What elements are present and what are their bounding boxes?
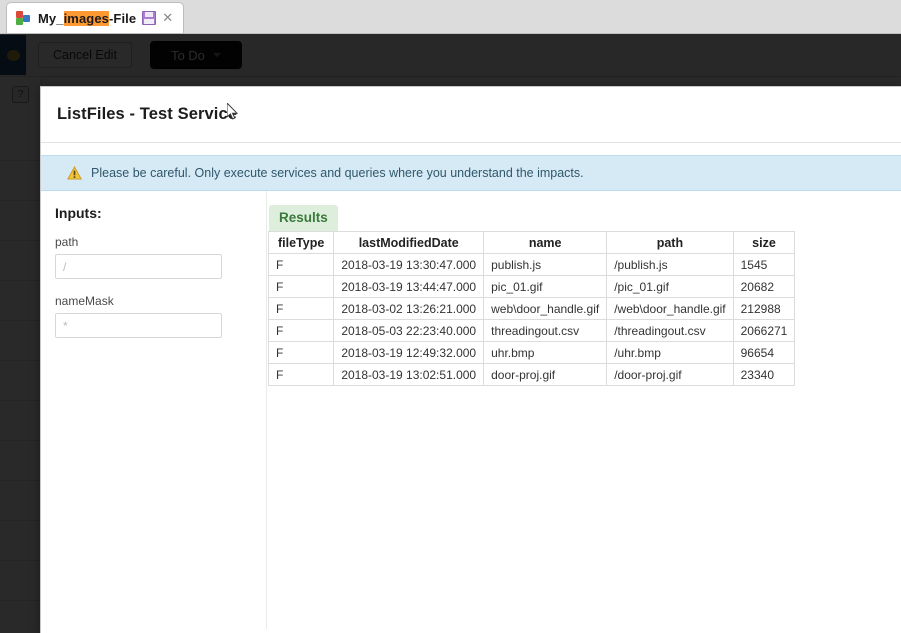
- table-header-row: fileType lastModifiedDate name path size: [269, 232, 795, 254]
- table-cell-filetype: F: [269, 298, 334, 320]
- dialog-header: ListFiles - Test Service: [41, 87, 901, 143]
- path-input[interactable]: [55, 254, 222, 279]
- results-table: fileType lastModifiedDate name path size…: [268, 231, 795, 386]
- screen: My_images-File ✕ Cancel Edit To Do ?: [0, 0, 901, 633]
- browser-tab-strip: My_images-File ✕: [0, 0, 901, 34]
- table-cell-name: publish.js: [484, 254, 607, 276]
- table-cell-path: /door-proj.gif: [607, 364, 733, 386]
- table-cell-lastmodifieddate: 2018-03-19 13:02:51.000: [334, 364, 484, 386]
- warning-banner: Please be careful. Only execute services…: [41, 155, 901, 191]
- column-header-lastmodifieddate[interactable]: lastModifiedDate: [334, 232, 484, 254]
- page-title: ListFiles - Test Service: [57, 105, 237, 124]
- table-cell-name: uhr.bmp: [484, 342, 607, 364]
- column-header-size[interactable]: size: [733, 232, 795, 254]
- table-cell-size: 1545: [733, 254, 795, 276]
- table-row[interactable]: F2018-03-19 12:49:32.000uhr.bmp/uhr.bmp9…: [269, 342, 795, 364]
- table-cell-name: pic_01.gif: [484, 276, 607, 298]
- table-row[interactable]: F2018-03-02 13:26:21.000web\door_handle.…: [269, 298, 795, 320]
- table-cell-name: web\door_handle.gif: [484, 298, 607, 320]
- table-cell-size: 96654: [733, 342, 795, 364]
- inputs-panel: Inputs: path nameMask: [41, 191, 267, 629]
- table-cell-filetype: F: [269, 342, 334, 364]
- table-cell-path: /pic_01.gif: [607, 276, 733, 298]
- browser-tab[interactable]: My_images-File ✕: [6, 2, 184, 33]
- table-cell-lastmodifieddate: 2018-03-19 13:44:47.000: [334, 276, 484, 298]
- table-cell-filetype: F: [269, 254, 334, 276]
- table-cell-path: /publish.js: [607, 254, 733, 276]
- table-row[interactable]: F2018-03-19 13:02:51.000door-proj.gif/do…: [269, 364, 795, 386]
- warning-banner-text: Please be careful. Only execute services…: [91, 166, 584, 180]
- mouse-pointer-icon: [227, 103, 239, 121]
- table-row[interactable]: F2018-03-19 13:30:47.000publish.js/publi…: [269, 254, 795, 276]
- list-files-dialog: ListFiles - Test Service Please be caref…: [40, 86, 901, 633]
- table-cell-lastmodifieddate: 2018-05-03 22:23:40.000: [334, 320, 484, 342]
- field-namemask: nameMask: [55, 294, 250, 338]
- namemask-input[interactable]: [55, 313, 222, 338]
- column-header-name[interactable]: name: [484, 232, 607, 254]
- floppy-save-icon[interactable]: [142, 11, 156, 25]
- table-cell-filetype: F: [269, 364, 334, 386]
- table-cell-path: /web\door_handle.gif: [607, 298, 733, 320]
- browser-tab-title: My_images-File: [38, 11, 136, 26]
- tab-title-highlight: images: [64, 11, 109, 26]
- table-cell-path: /threadingout.csv: [607, 320, 733, 342]
- table-cell-filetype: F: [269, 320, 334, 342]
- tab-title-after: -File: [109, 11, 136, 26]
- column-header-filetype[interactable]: fileType: [269, 232, 334, 254]
- table-cell-name: door-proj.gif: [484, 364, 607, 386]
- namemask-label: nameMask: [55, 294, 250, 308]
- table-cell-size: 2066271: [733, 320, 795, 342]
- path-label: path: [55, 235, 250, 249]
- table-cell-path: /uhr.bmp: [607, 342, 733, 364]
- field-path: path: [55, 235, 250, 279]
- results-panel: Results fileType lastModifiedDate name p…: [268, 191, 901, 629]
- table-cell-size: 23340: [733, 364, 795, 386]
- blocks-icon: [16, 11, 32, 25]
- table-cell-lastmodifieddate: 2018-03-19 12:49:32.000: [334, 342, 484, 364]
- warning-triangle-icon: [67, 166, 82, 180]
- table-cell-lastmodifieddate: 2018-03-02 13:26:21.000: [334, 298, 484, 320]
- tab-results[interactable]: Results: [269, 205, 338, 231]
- table-cell-filetype: F: [269, 276, 334, 298]
- table-cell-size: 20682: [733, 276, 795, 298]
- results-table-body: F2018-03-19 13:30:47.000publish.js/publi…: [269, 254, 795, 386]
- table-cell-lastmodifieddate: 2018-03-19 13:30:47.000: [334, 254, 484, 276]
- close-icon[interactable]: ✕: [162, 12, 173, 25]
- tab-title-before: My_: [38, 11, 64, 26]
- table-row[interactable]: F2018-03-19 13:44:47.000pic_01.gif/pic_0…: [269, 276, 795, 298]
- table-cell-name: threadingout.csv: [484, 320, 607, 342]
- inputs-heading: Inputs:: [55, 205, 250, 221]
- column-header-path[interactable]: path: [607, 232, 733, 254]
- table-cell-size: 212988: [733, 298, 795, 320]
- table-row[interactable]: F2018-05-03 22:23:40.000threadingout.csv…: [269, 320, 795, 342]
- dialog-body: Inputs: path nameMask Results fileType: [41, 191, 901, 629]
